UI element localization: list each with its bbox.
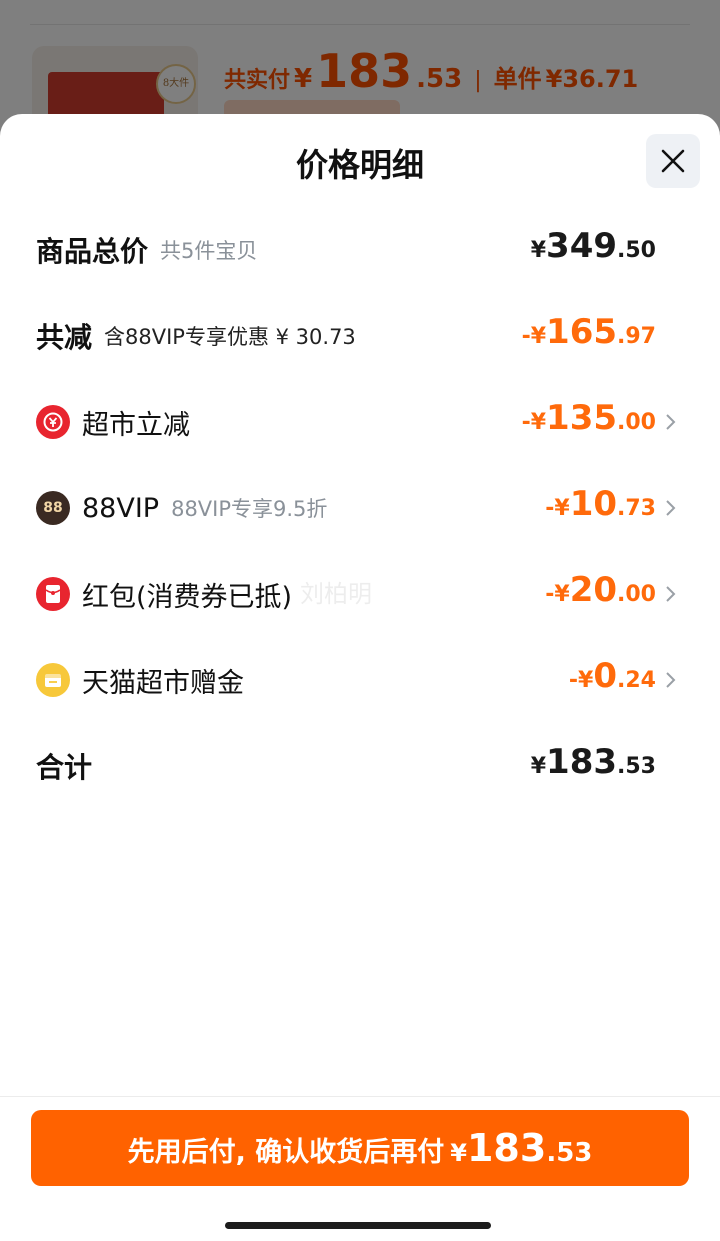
amount-integer: 183	[546, 742, 618, 782]
chevron-right-icon	[666, 586, 676, 602]
red-packet-icon	[36, 577, 70, 611]
pay-button-integer: 183	[466, 1126, 547, 1170]
amount-currency: ¥	[530, 754, 547, 779]
row-label: 合计	[36, 751, 93, 784]
amount-currency: -¥	[568, 668, 594, 693]
market-discount-icon	[36, 405, 70, 439]
row-88vip-discount[interactable]: 88 88VIP 88VIP专享9.5折 -¥ 10 .73	[36, 478, 720, 538]
home-indicator	[225, 1222, 491, 1229]
amount-integer: 349	[546, 226, 618, 266]
chevron-right-icon	[666, 500, 676, 516]
amount-decimal: .00	[617, 582, 656, 607]
row-amount: -¥ 20 .00	[545, 564, 656, 624]
amount-integer: 20	[569, 570, 618, 610]
row-red-packet[interactable]: 红包(消费券已抵) -¥ 20 .00	[36, 564, 720, 624]
row-market-discount[interactable]: 超市立减 -¥ 135 .00	[36, 392, 720, 452]
amount-decimal: .73	[617, 496, 656, 521]
sheet-title: 价格明细	[295, 146, 424, 184]
pay-button-currency: ¥	[450, 1139, 467, 1167]
vip-88-icon: 88	[36, 491, 70, 525]
row-amount: -¥ 0 .24	[569, 650, 656, 710]
row-label: 超市立减	[82, 409, 190, 441]
row-sub: 共5件宝贝	[160, 239, 258, 263]
amount-integer: 135	[546, 398, 618, 438]
amount-decimal: .53	[617, 754, 656, 779]
pay-later-button[interactable]: 先用后付, 确认收货后再付 ¥ 183 .53	[31, 1110, 689, 1186]
row-grand-total: 合计 ¥ 183 .53	[36, 736, 720, 796]
chevron-right-icon	[666, 414, 676, 430]
amount-currency: -¥	[521, 324, 547, 349]
amount-decimal: .97	[617, 324, 656, 349]
row-label: 88VIP	[82, 492, 160, 524]
footer-divider	[0, 1096, 720, 1097]
amount-currency: ¥	[530, 238, 547, 263]
row-amount: ¥ 349 .50	[531, 220, 656, 280]
row-sub: 88VIP专享9.5折	[171, 497, 328, 521]
gift-credit-icon	[36, 663, 70, 697]
price-detail-sheet: 价格明细 商品总价 共5件宝贝 ¥ 349 .50 共减 含88VIP专享优惠 …	[0, 114, 720, 1241]
close-button[interactable]	[646, 134, 700, 188]
amount-decimal: .50	[617, 238, 656, 263]
row-amount: ¥ 183 .53	[531, 736, 656, 796]
row-amount: -¥ 165 .97	[522, 306, 656, 366]
watermark: 刘柏明	[300, 580, 372, 608]
close-icon	[661, 149, 685, 173]
row-total-reduction: 共减 含88VIP专享优惠 ¥ 30.73 -¥ 165 .97	[36, 306, 720, 366]
row-amount: -¥ 135 .00	[522, 392, 656, 452]
row-label: 商品总价	[36, 235, 149, 268]
amount-integer: 0	[593, 656, 618, 696]
row-label: 红包(消费券已抵)	[82, 581, 293, 613]
row-tmall-gift-credit[interactable]: 天猫超市赠金 -¥ 0 .24	[36, 650, 720, 710]
amount-integer: 10	[569, 484, 618, 524]
row-label: 天猫超市赠金	[82, 667, 244, 699]
chevron-right-icon	[666, 672, 676, 688]
amount-decimal: .24	[617, 668, 656, 693]
row-amount: -¥ 10 .73	[545, 478, 656, 538]
amount-integer: 165	[546, 312, 618, 352]
row-total-price: 商品总价 共5件宝贝 ¥ 349 .50	[36, 220, 720, 280]
pay-button-text: 先用后付, 确认收货后再付	[127, 1137, 445, 1168]
amount-currency: -¥	[545, 496, 570, 521]
amount-currency: -¥	[545, 582, 570, 607]
row-sub: 含88VIP专享优惠 ¥ 30.73	[104, 325, 356, 349]
amount-decimal: .00	[617, 410, 656, 435]
amount-currency: -¥	[521, 410, 547, 435]
row-label: 共减	[36, 321, 93, 354]
pay-button-decimal: .53	[546, 1138, 593, 1168]
